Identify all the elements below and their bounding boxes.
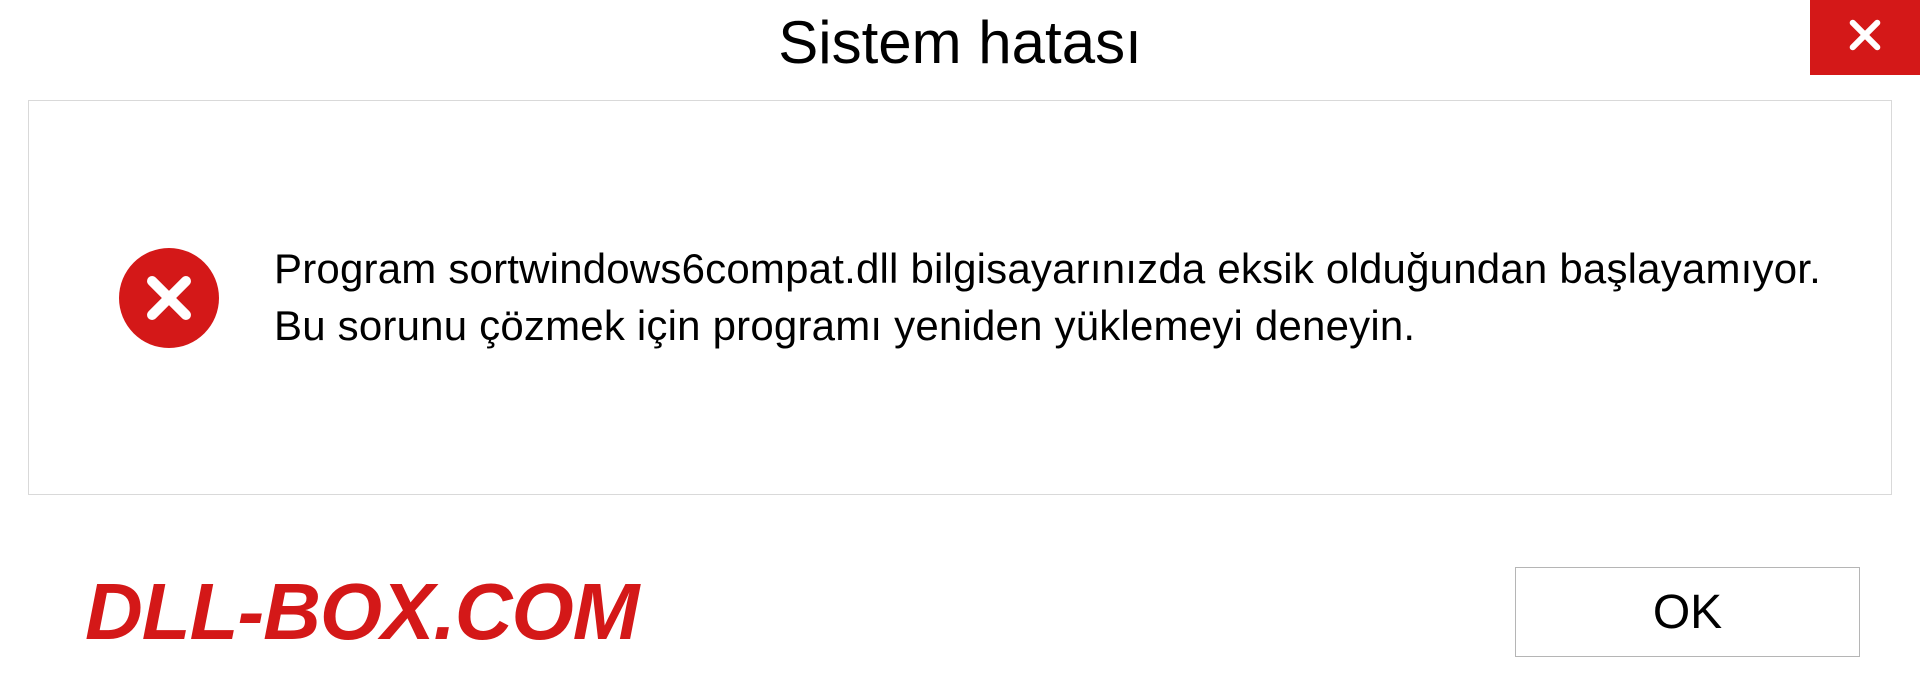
watermark-text: DLL-BOX.COM: [85, 566, 638, 658]
dialog-content: Program sortwindows6compat.dll bilgisaya…: [28, 100, 1892, 495]
dialog-footer: DLL-BOX.COM OK: [0, 532, 1920, 692]
close-button[interactable]: [1810, 0, 1920, 75]
dialog-title: Sistem hatası: [778, 8, 1142, 77]
error-message: Program sortwindows6compat.dll bilgisaya…: [274, 241, 1831, 354]
error-icon: [119, 248, 219, 348]
error-icon-wrap: [119, 248, 219, 348]
close-icon: [1844, 14, 1886, 61]
ok-button[interactable]: OK: [1515, 567, 1860, 657]
titlebar: Sistem hatası: [0, 0, 1920, 90]
